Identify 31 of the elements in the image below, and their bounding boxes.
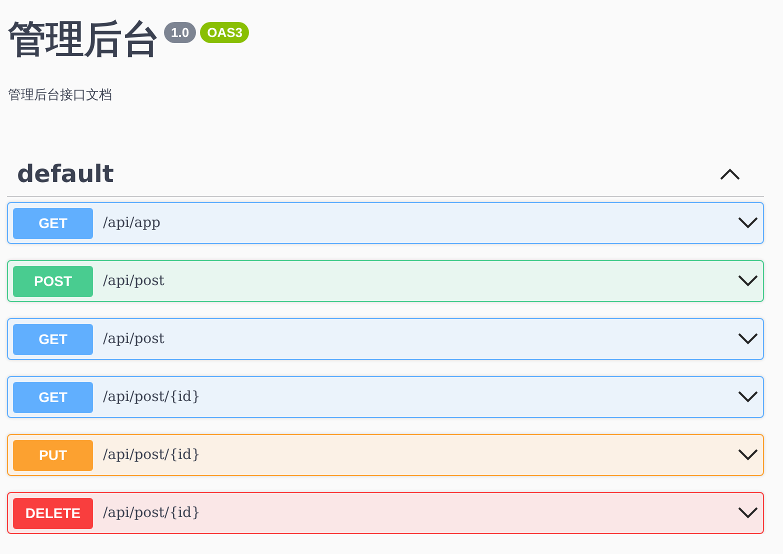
chevron-down-icon[interactable] <box>738 391 758 403</box>
operation-path: /api/post/{id} <box>103 505 202 521</box>
operation-path: /api/post/{id} <box>103 389 202 405</box>
operation-row[interactable]: PUT /api/post/{id} <box>7 434 764 476</box>
method-badge: GET <box>13 208 93 238</box>
api-title: 管理后台 <box>8 16 160 63</box>
method-badge: POST <box>13 266 93 296</box>
operation-row[interactable]: GET /api/post/{id} <box>7 376 764 418</box>
chevron-down-icon[interactable] <box>738 275 758 287</box>
operation-path: /api/app <box>103 215 162 231</box>
chevron-down-icon[interactable] <box>738 333 758 345</box>
section-name: default <box>17 160 114 188</box>
chevron-down-icon[interactable] <box>738 217 758 229</box>
method-badge: GET <box>13 382 93 412</box>
operation-row[interactable]: DELETE /api/post/{id} <box>7 492 764 534</box>
chevron-down-icon[interactable] <box>738 449 758 461</box>
api-description: 管理后台接口文档 <box>8 87 113 104</box>
operation-row[interactable]: GET /api/app <box>7 202 764 244</box>
method-badge: GET <box>13 324 93 354</box>
method-badge: DELETE <box>13 498 93 528</box>
chevron-up-icon[interactable] <box>720 168 740 180</box>
method-badge: PUT <box>13 440 93 470</box>
chevron-down-icon[interactable] <box>738 507 758 519</box>
spec-badge: OAS3 <box>200 22 250 43</box>
operation-row[interactable]: GET /api/post <box>7 318 764 360</box>
version-badge: 1.0 <box>164 22 196 43</box>
section-header[interactable]: default <box>7 152 764 197</box>
operation-path: /api/post/{id} <box>103 447 202 463</box>
operation-path: /api/post <box>103 331 166 347</box>
operation-path: /api/post <box>103 273 166 289</box>
operation-row[interactable]: POST /api/post <box>7 260 764 302</box>
